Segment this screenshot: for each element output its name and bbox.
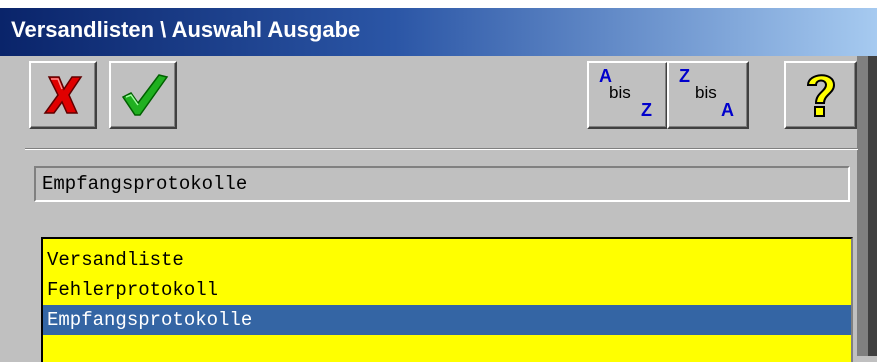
sort-desc-mid: bis bbox=[695, 83, 717, 102]
dialog-window: Versandlisten \ Auswahl Ausgabe A bis Z … bbox=[0, 0, 877, 362]
list-item[interactable]: Versandliste bbox=[43, 245, 851, 275]
yellow-question-icon bbox=[806, 74, 836, 117]
sort-ascending-button[interactable]: A bis Z bbox=[587, 61, 668, 129]
ok-button[interactable] bbox=[109, 61, 177, 129]
sort-asc-mid: bis bbox=[609, 83, 631, 102]
sort-desc-top: Z bbox=[679, 66, 690, 86]
help-button[interactable] bbox=[784, 61, 857, 129]
sort-desc-bottom: A bbox=[721, 100, 734, 120]
cancel-button[interactable] bbox=[29, 61, 97, 129]
list-item-selected[interactable]: Empfangsprotokolle bbox=[43, 305, 851, 335]
sort-asc-bottom: Z bbox=[641, 100, 652, 120]
green-check-icon bbox=[121, 74, 169, 116]
output-listbox[interactable]: Versandliste Fehlerprotokoll Empfangspro… bbox=[41, 237, 853, 362]
desktop-strip bbox=[0, 0, 877, 8]
sort-descending-button[interactable]: Z bis A bbox=[667, 61, 749, 129]
title-bar[interactable]: Versandlisten \ Auswahl Ausgabe bbox=[0, 8, 877, 56]
selected-output-field: Empfangsprotokolle bbox=[34, 166, 850, 202]
separator bbox=[25, 148, 858, 150]
red-x-icon bbox=[43, 76, 83, 114]
window-title: Versandlisten \ Auswahl Ausgabe bbox=[11, 17, 361, 42]
list-item[interactable]: Fehlerprotokoll bbox=[43, 275, 851, 305]
right-frame-shadow bbox=[868, 56, 877, 356]
